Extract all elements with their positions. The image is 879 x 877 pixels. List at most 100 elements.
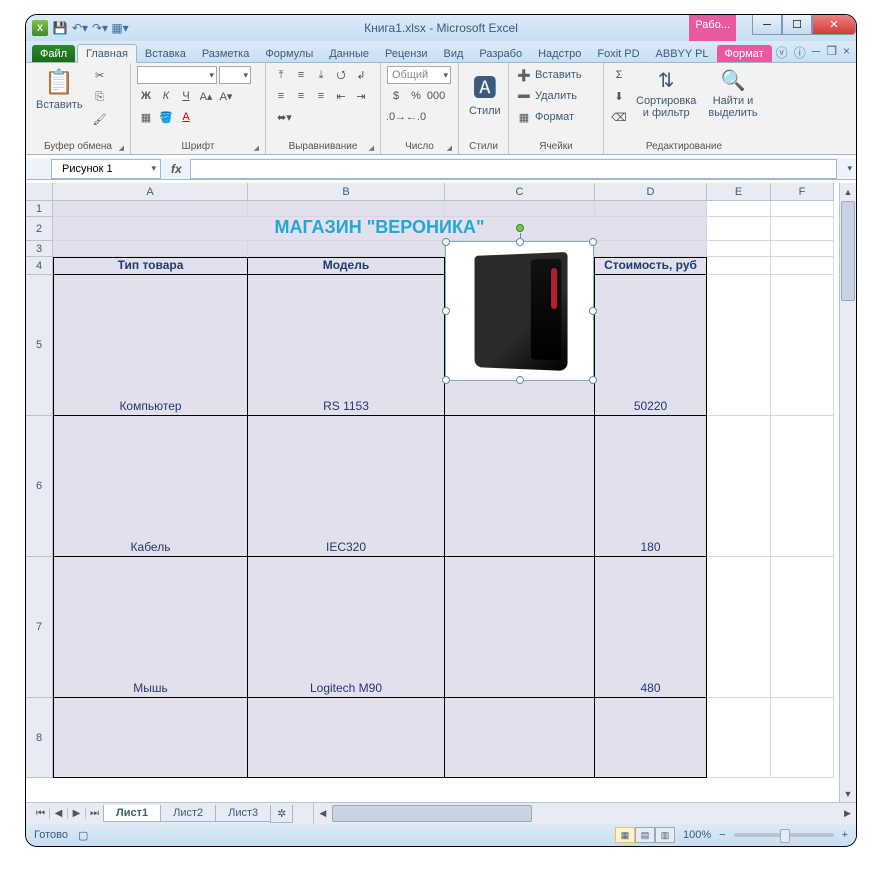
cell[interactable] — [707, 241, 771, 257]
cell[interactable] — [248, 201, 445, 217]
decrease-decimal-icon[interactable]: ←.0 — [407, 108, 425, 126]
align-top-icon[interactable]: ⤒ — [272, 66, 290, 84]
cell[interactable]: Компьютер — [53, 275, 248, 416]
qat-more-icon[interactable]: ▦▾ — [112, 20, 128, 36]
cell[interactable] — [771, 416, 834, 557]
sheet-nav-last-icon[interactable]: ⏭ — [86, 808, 104, 819]
undo-icon[interactable]: ↶▾ — [72, 20, 88, 36]
redo-icon[interactable]: ↷▾ — [92, 20, 108, 36]
help-icon[interactable]: ⓘ — [794, 44, 806, 61]
tab-data[interactable]: Данные — [321, 45, 377, 62]
comma-icon[interactable]: 000 — [427, 87, 445, 105]
tab-developer[interactable]: Разрабо — [471, 45, 530, 62]
delete-cells-icon[interactable]: ➖ — [515, 87, 533, 105]
cell[interactable]: Logitech M90 — [248, 557, 445, 698]
cell[interactable] — [707, 275, 771, 416]
font-size-combo[interactable] — [219, 66, 251, 84]
grow-font-icon[interactable]: A▴ — [197, 87, 215, 105]
resize-handle-l[interactable] — [442, 307, 450, 315]
expand-formula-bar-icon[interactable]: ▾ — [843, 163, 856, 174]
cell[interactable] — [53, 201, 248, 217]
cell[interactable] — [707, 201, 771, 217]
cell[interactable] — [707, 557, 771, 698]
horizontal-scrollbar[interactable]: ◀ ▶ — [313, 803, 856, 824]
row-header-3[interactable]: 3 — [26, 241, 53, 257]
number-format-combo[interactable]: Общий — [387, 66, 451, 84]
col-header-C[interactable]: C — [445, 183, 595, 201]
font-color-icon[interactable]: A — [177, 108, 195, 126]
border-icon[interactable]: ▦ — [137, 108, 155, 126]
format-cells-label[interactable]: Формат — [535, 111, 574, 123]
cell[interactable]: RS 1153 — [248, 275, 445, 416]
cell[interactable] — [771, 257, 834, 275]
macro-record-icon[interactable]: ▢ — [78, 829, 88, 842]
sheet-tab-2[interactable]: Лист2 — [160, 805, 216, 822]
row-header-6[interactable]: 6 — [26, 416, 53, 557]
copy-icon[interactable]: ⎘ — [91, 88, 109, 106]
sheet-nav-next-icon[interactable]: ▶ — [68, 808, 86, 819]
view-normal-icon[interactable]: ▦ — [615, 827, 635, 843]
cell[interactable] — [445, 416, 595, 557]
cell[interactable] — [771, 217, 834, 241]
cell[interactable] — [445, 201, 595, 217]
selected-picture[interactable] — [445, 241, 594, 381]
increase-indent-icon[interactable]: ⇥ — [352, 87, 370, 105]
fx-icon[interactable]: fx — [171, 162, 182, 176]
tab-home[interactable]: Главная — [77, 44, 137, 63]
view-page-layout-icon[interactable]: ▤ — [635, 827, 655, 843]
row-header-7[interactable]: 7 — [26, 557, 53, 698]
minimize-button[interactable]: ─ — [752, 15, 782, 35]
cell[interactable] — [771, 557, 834, 698]
cell[interactable] — [707, 257, 771, 275]
resize-handle-t[interactable] — [516, 238, 524, 246]
cell[interactable]: IEC320 — [248, 416, 445, 557]
hscroll-thumb[interactable] — [332, 805, 532, 822]
vscroll-thumb[interactable] — [841, 201, 855, 301]
cell[interactable]: 480 — [595, 557, 707, 698]
cell[interactable] — [771, 698, 834, 778]
cell[interactable]: Кабель — [53, 416, 248, 557]
rotate-handle[interactable] — [516, 224, 524, 232]
new-sheet-icon[interactable]: ✲ — [270, 805, 293, 823]
find-select-button[interactable]: 🔍 Найти и выделить — [704, 66, 761, 121]
align-bottom-icon[interactable]: ⤓ — [312, 66, 330, 84]
workbook-close-icon[interactable]: × — [843, 44, 850, 61]
italic-icon[interactable]: К — [157, 87, 175, 105]
font-name-combo[interactable] — [137, 66, 217, 84]
decrease-indent-icon[interactable]: ⇤ — [332, 87, 350, 105]
col-header-F[interactable]: F — [771, 183, 834, 201]
styles-button[interactable]: 🅰 Стили — [465, 66, 505, 119]
tab-format[interactable]: Формат — [717, 45, 772, 62]
resize-handle-tr[interactable] — [589, 238, 597, 246]
resize-handle-b[interactable] — [516, 376, 524, 384]
insert-cells-icon[interactable]: ➕ — [515, 66, 533, 84]
wrap-text-icon[interactable]: ↲ — [352, 66, 370, 84]
table-header[interactable]: Стоимость, руб — [595, 257, 707, 275]
table-header[interactable]: Тип товара — [53, 257, 248, 275]
paste-button[interactable]: 📋 Вставить — [32, 66, 87, 113]
shrink-font-icon[interactable]: A▾ — [217, 87, 235, 105]
clear-icon[interactable]: ⌫ — [610, 108, 628, 126]
minimize-ribbon-icon[interactable]: ⓥ — [776, 44, 788, 61]
formula-input[interactable] — [190, 159, 838, 179]
tab-abbyy[interactable]: ABBYY PL — [648, 45, 717, 62]
cell[interactable] — [595, 241, 707, 257]
cell[interactable] — [248, 698, 445, 778]
row-header-5[interactable]: 5 — [26, 275, 53, 416]
cell[interactable] — [707, 698, 771, 778]
col-header-B[interactable]: B — [248, 183, 445, 201]
col-header-D[interactable]: D — [595, 183, 707, 201]
fill-color-icon[interactable]: 🪣 — [157, 108, 175, 126]
vertical-scrollbar[interactable]: ▲ ▼ — [839, 183, 856, 802]
row-header-4[interactable]: 4 — [26, 257, 53, 275]
store-title[interactable]: МАГАЗИН "ВЕРОНИКА" — [53, 217, 707, 241]
row-header-1[interactable]: 1 — [26, 201, 53, 217]
select-all-corner[interactable] — [26, 183, 53, 201]
maximize-button[interactable]: ☐ — [782, 15, 812, 35]
row-header-2[interactable]: 2 — [26, 217, 53, 241]
format-painter-icon[interactable]: 🖌 — [91, 110, 109, 128]
scroll-down-icon[interactable]: ▼ — [840, 785, 856, 802]
cell[interactable] — [248, 241, 445, 257]
delete-cells-label[interactable]: Удалить — [535, 90, 577, 102]
name-box[interactable]: Рисунок 1 — [51, 159, 161, 179]
